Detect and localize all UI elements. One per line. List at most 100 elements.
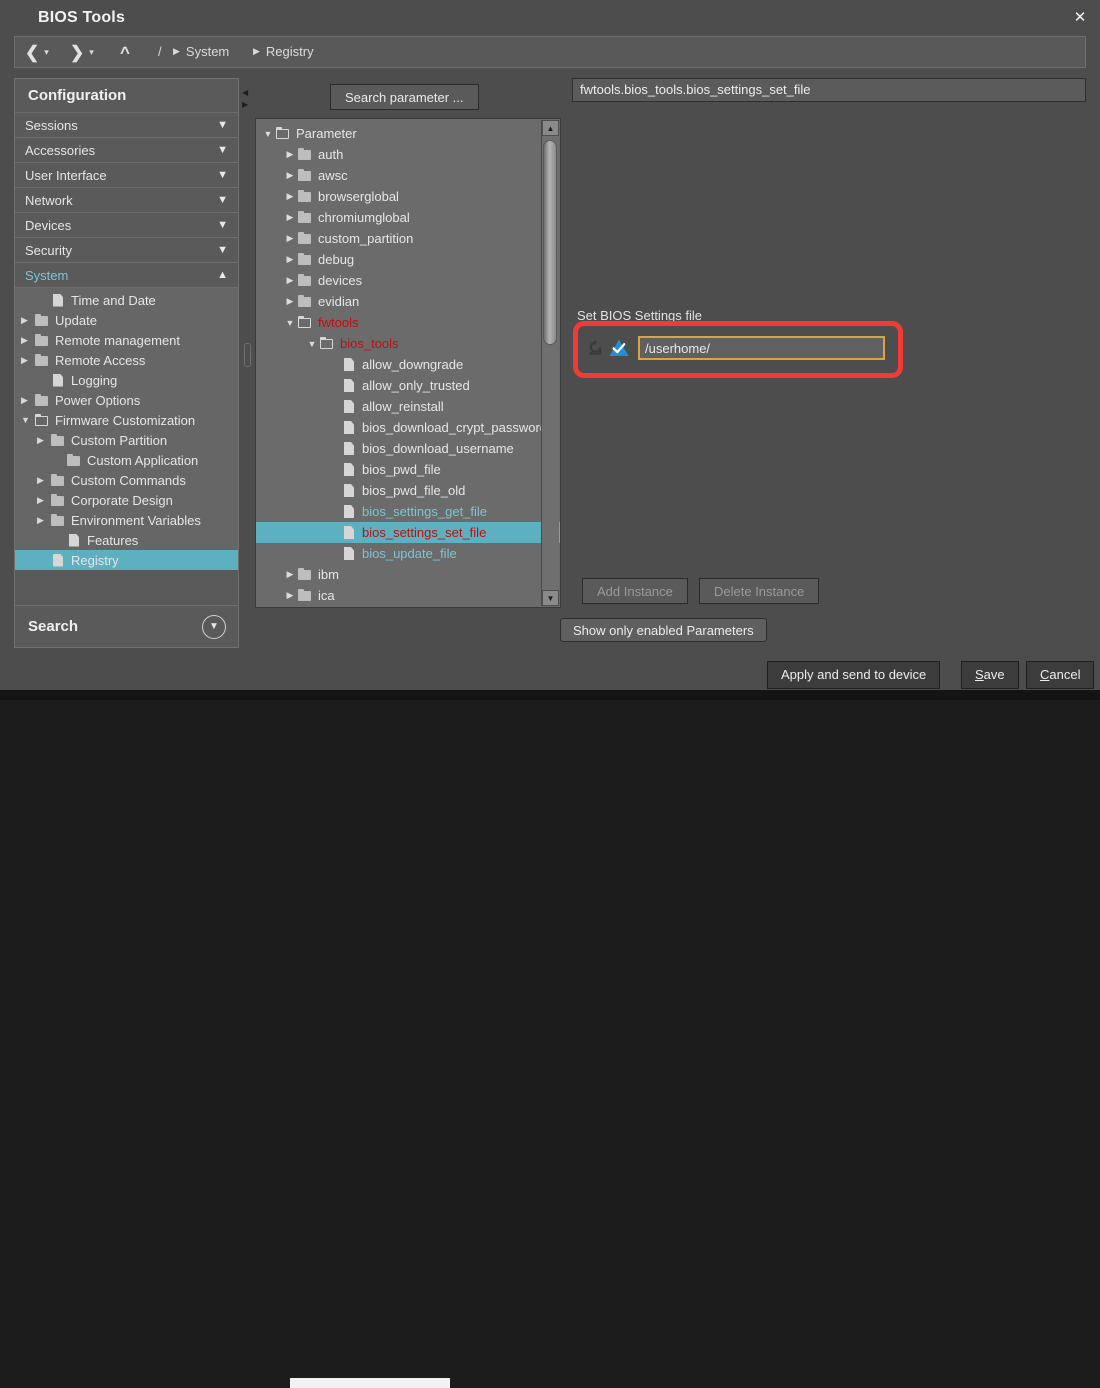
triangle-right-icon[interactable]: ▶ xyxy=(37,435,51,446)
parameter-node-custom_partition[interactable]: ▶custom_partition xyxy=(256,228,560,249)
sidebar-category-network[interactable]: Network▼ xyxy=(15,188,238,213)
sidebar-item-custom-partition[interactable]: ▶Custom Partition xyxy=(15,430,238,450)
parameter-node-devices[interactable]: ▶devices xyxy=(256,270,560,291)
sidebar-item-firmware-customization[interactable]: ▼Firmware Customization xyxy=(15,410,238,430)
up-button[interactable]: ^ xyxy=(120,37,130,67)
triangle-right-icon[interactable]: ▶ xyxy=(282,569,298,580)
sidebar-category-accessories[interactable]: Accessories▼ xyxy=(15,138,238,163)
sidebar-category-system[interactable]: System▲ xyxy=(15,263,238,288)
parameter-node-auth[interactable]: ▶auth xyxy=(256,144,560,165)
parameter-node-Parameter[interactable]: ▼Parameter xyxy=(256,123,560,144)
triangle-right-icon[interactable]: ▶ xyxy=(21,315,35,326)
triangle-up-icon[interactable]: ▲ xyxy=(542,120,559,136)
sidebar-item-power-options[interactable]: ▶Power Options xyxy=(15,390,238,410)
parameter-node-bios_update_file[interactable]: bios_update_file xyxy=(256,543,560,564)
parameter-node-ica[interactable]: ▶ica xyxy=(256,585,560,606)
triangle-down-icon[interactable]: ▼ xyxy=(260,129,276,139)
breadcrumb-item-system[interactable]: ▶ System xyxy=(173,44,229,59)
sidebar-item-time-and-date[interactable]: Time and Date xyxy=(15,290,238,310)
save-button[interactable]: Save xyxy=(961,661,1019,689)
chevron-down-circle-icon[interactable]: ▼ xyxy=(202,615,226,639)
sidebar-item-environment-variables[interactable]: ▶Environment Variables xyxy=(15,510,238,530)
triangle-right-icon[interactable]: ▶ xyxy=(282,233,298,244)
triangle-right-icon[interactable]: ▶ xyxy=(282,170,298,181)
taskbar-window-item[interactable] xyxy=(290,1378,450,1388)
parameter-node-allow_only_trusted[interactable]: allow_only_trusted xyxy=(256,375,560,396)
delete-instance-button[interactable]: Delete Instance xyxy=(699,578,819,604)
parameter-node-bios_download_username[interactable]: bios_download_username xyxy=(256,438,560,459)
cancel-button[interactable]: Cancel xyxy=(1026,661,1094,689)
triangle-left-icon[interactable]: ◀ xyxy=(242,88,248,97)
triangle-right-icon[interactable]: ▶ xyxy=(282,296,298,307)
panel-splitter[interactable]: ◀ ▶ xyxy=(240,78,252,648)
triangle-right-icon[interactable]: ▶ xyxy=(282,275,298,286)
grip-handle-icon[interactable] xyxy=(244,343,251,367)
sidebar-item-registry[interactable]: Registry xyxy=(15,550,238,570)
sidebar-item-corporate-design[interactable]: ▶Corporate Design xyxy=(15,490,238,510)
sidebar-item-update[interactable]: ▶Update xyxy=(15,310,238,330)
chevron-down-icon[interactable]: ▼ xyxy=(217,113,228,138)
search-parameter-button[interactable]: Search parameter ... xyxy=(330,84,479,110)
chevron-down-icon[interactable]: ▾ xyxy=(44,47,49,58)
parameter-node-bios_pwd_file_old[interactable]: bios_pwd_file_old xyxy=(256,480,560,501)
parameter-node-allow_downgrade[interactable]: allow_downgrade xyxy=(256,354,560,375)
parameter-node-ibm[interactable]: ▶ibm xyxy=(256,564,560,585)
sidebar-search-section[interactable]: Search ▼ xyxy=(15,605,238,647)
parameter-node-bios_tools[interactable]: ▼bios_tools xyxy=(256,333,560,354)
parameter-tree-scrollbar[interactable]: ▲ ▼ xyxy=(541,120,559,606)
chevron-up-icon[interactable]: ▲ xyxy=(217,263,228,288)
parameter-node-bios_pwd_file[interactable]: bios_pwd_file xyxy=(256,459,560,480)
chevron-down-icon[interactable]: ▼ xyxy=(217,138,228,163)
triangle-right-icon[interactable]: ▶ xyxy=(21,335,35,346)
close-icon[interactable]: ✕ xyxy=(1069,8,1091,28)
scrollbar-thumb[interactable] xyxy=(543,140,557,345)
parameter-node-bios_settings_get_file[interactable]: bios_settings_get_file xyxy=(256,501,560,522)
triangle-right-icon[interactable]: ▶ xyxy=(242,100,248,109)
sidebar-category-security[interactable]: Security▼ xyxy=(15,238,238,263)
sidebar-item-remote-access[interactable]: ▶Remote Access xyxy=(15,350,238,370)
triangle-right-icon[interactable]: ▶ xyxy=(282,590,298,601)
triangle-right-icon[interactable]: ▶ xyxy=(282,191,298,202)
parameter-node-browserglobal[interactable]: ▶browserglobal xyxy=(256,186,560,207)
triangle-right-icon[interactable]: ▶ xyxy=(282,254,298,265)
sidebar-item-custom-application[interactable]: Custom Application xyxy=(15,450,238,470)
parameter-node-allow_reinstall[interactable]: allow_reinstall xyxy=(256,396,560,417)
chevron-down-icon[interactable]: ▼ xyxy=(217,188,228,213)
chevron-down-icon[interactable]: ▼ xyxy=(217,163,228,188)
parameter-node-evidian[interactable]: ▶evidian xyxy=(256,291,560,312)
parameter-node-chromiumglobal[interactable]: ▶chromiumglobal xyxy=(256,207,560,228)
sidebar-item-remote-management[interactable]: ▶Remote management xyxy=(15,330,238,350)
triangle-right-icon[interactable]: ▶ xyxy=(21,355,35,366)
undo-revert-icon[interactable] xyxy=(584,337,606,359)
bios-settings-file-input[interactable] xyxy=(638,336,885,360)
parameter-node-fwtools[interactable]: ▼fwtools xyxy=(256,312,560,333)
add-instance-button[interactable]: Add Instance xyxy=(582,578,688,604)
triangle-right-icon[interactable]: ▶ xyxy=(21,395,35,406)
sidebar-category-sessions[interactable]: Sessions▼ xyxy=(15,113,238,138)
sidebar-item-custom-commands[interactable]: ▶Custom Commands xyxy=(15,470,238,490)
triangle-down-icon[interactable]: ▼ xyxy=(542,590,559,606)
triangle-down-icon[interactable]: ▼ xyxy=(304,339,320,349)
breadcrumb-item-registry[interactable]: ▶ Registry xyxy=(253,44,314,59)
apply-and-send-to-device-button[interactable]: Apply and send to device xyxy=(767,661,940,689)
blue-triangle-check-icon[interactable] xyxy=(608,337,630,359)
sidebar-category-user-interface[interactable]: User Interface▼ xyxy=(15,163,238,188)
triangle-right-icon[interactable]: ▶ xyxy=(37,515,51,526)
sidebar-item-features[interactable]: Features xyxy=(15,530,238,550)
breadcrumb-root[interactable]: / xyxy=(158,44,162,59)
triangle-down-icon[interactable]: ▼ xyxy=(282,318,298,328)
chevron-down-icon[interactable]: ▼ xyxy=(217,238,228,263)
back-button[interactable]: ❮ ▾ xyxy=(25,37,49,67)
triangle-right-icon[interactable]: ▶ xyxy=(282,149,298,160)
parameter-node-debug[interactable]: ▶debug xyxy=(256,249,560,270)
forward-button[interactable]: ❯ ▾ xyxy=(70,37,94,67)
chevron-down-icon[interactable]: ▼ xyxy=(217,213,228,238)
sidebar-item-logging[interactable]: Logging xyxy=(15,370,238,390)
parameter-node-awsc[interactable]: ▶awsc xyxy=(256,165,560,186)
parameter-node-bios_download_crypt_password[interactable]: bios_download_crypt_password xyxy=(256,417,560,438)
triangle-right-icon[interactable]: ▶ xyxy=(37,495,51,506)
triangle-right-icon[interactable]: ▶ xyxy=(37,475,51,486)
parameter-node-bios_settings_set_file[interactable]: bios_settings_set_file xyxy=(256,522,560,543)
triangle-right-icon[interactable]: ▶ xyxy=(282,212,298,223)
sidebar-category-devices[interactable]: Devices▼ xyxy=(15,213,238,238)
